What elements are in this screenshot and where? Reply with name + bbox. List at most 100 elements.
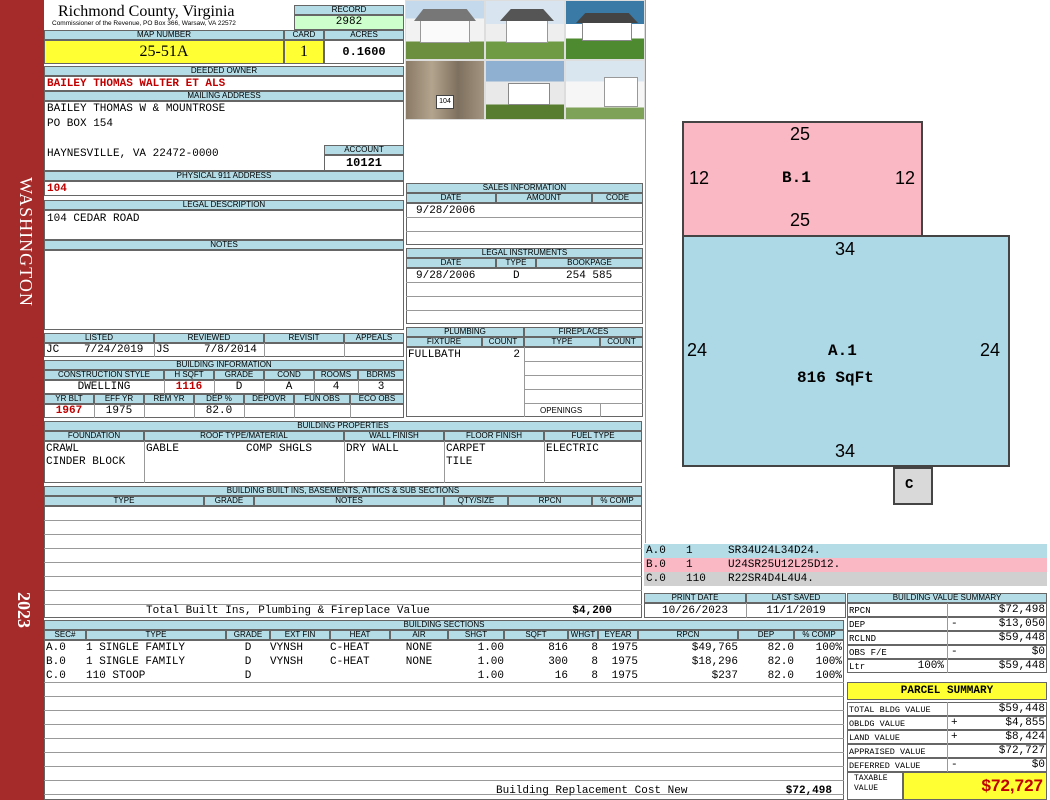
sketch-b-label: B.1 (782, 169, 811, 187)
section-cell-rpcn: $49,765 (691, 642, 738, 654)
account-label: ACCOUNT (324, 145, 404, 155)
foundation-label: FOUNDATION (44, 431, 144, 441)
instr-date: 9/28/2006 (416, 270, 476, 282)
builtin-notes-label: NOTES (254, 496, 444, 506)
rooms-label: ROOMS (314, 370, 358, 380)
floor-label: FLOOR FINISH (444, 431, 544, 441)
replacement-value: $72,498 (785, 785, 832, 797)
builtin-type-label: TYPE (44, 496, 204, 506)
sales-date-label: DATE (406, 193, 496, 203)
record-value: 2982 (294, 15, 404, 30)
value-summary-pct: 100% (917, 660, 944, 672)
section-col-header: EYEAR (598, 630, 638, 640)
builtins-label: BUILDING BUILT INS, BASEMENTS, ATTICS & … (44, 486, 642, 496)
effyr-value: 1975 (105, 405, 133, 417)
instr-type: D (513, 270, 520, 282)
construction-style-label: CONSTRUCTION STYLE (44, 370, 164, 380)
sketch-code-num: 110 (686, 573, 706, 585)
section-cell-dep: 82.0 (767, 656, 794, 668)
roof-label: ROOF TYPE/MATERIAL (144, 431, 344, 441)
card-number: 1 (284, 40, 324, 64)
value-summary-sign: - (951, 618, 958, 630)
legal-label: LEGAL DESCRIPTION (44, 200, 404, 210)
section-cell-heat: C-HEAT (330, 656, 370, 668)
value-summary-label-cell: Ltr (849, 662, 866, 672)
section-cell-extfin: VYNSH (270, 656, 304, 668)
section-col-header: WHGT (568, 630, 598, 640)
parcel-row-label: DEFERRED VALUE (849, 761, 921, 771)
card-label: CARD (284, 30, 324, 40)
sketch-code-text: U24SR25U12L25D12. (728, 559, 841, 571)
reviewed-label: REVIEWED (154, 333, 264, 343)
yrblt-label: YR BLT (44, 394, 94, 404)
foundation-2: CINDER BLOCK (46, 456, 126, 468)
builtin-pct-label: % COMP (592, 496, 642, 506)
parcel-row-value: $0 (1031, 759, 1045, 771)
sketch-b-left: 12 (689, 168, 710, 188)
sketch-a-top: 34 (835, 239, 856, 259)
builtin-rpcn-label: RPCN (508, 496, 592, 506)
sketch-a-left: 24 (687, 340, 708, 360)
section-cell-sqft: 16 (554, 670, 568, 682)
sketch-b-bottom: 25 (790, 210, 811, 230)
bdrms-label: BDRMS (358, 370, 404, 380)
section-cell-type: 110 STOOP (86, 670, 146, 682)
dep-value: 82.0 (205, 405, 233, 417)
value-summary-value: $13,050 (998, 618, 1045, 630)
cond-label: COND (264, 370, 314, 380)
record-label: RECORD (294, 5, 404, 15)
section-cell-sqft: 300 (548, 656, 568, 668)
sales-date: 9/28/2006 (416, 205, 476, 217)
section-cell-whgt: 8 (591, 642, 598, 654)
wall-finish: DRY WALL (346, 443, 399, 455)
legal-description: 104 CEDAR ROAD (47, 213, 140, 225)
floor-finish-1: CARPET (446, 443, 486, 455)
sketch-c-label: C (905, 477, 914, 493)
section-cell-extfin: VYNSH (270, 642, 304, 654)
section-cell-air: NONE (405, 656, 433, 668)
fixture-label: FIXTURE (406, 337, 482, 347)
section-cell-comp: 100% (815, 670, 842, 682)
instr-type-label: TYPE (496, 258, 536, 268)
section-col-header: GRADE (226, 630, 270, 640)
wall-label: WALL FINISH (344, 431, 444, 441)
appeals-label: APPEALS (344, 333, 404, 343)
parcel-row-label: LAND VALUE (849, 733, 901, 743)
section-cell-dep: 82.0 (767, 670, 794, 682)
mailing-line1: BAILEY THOMAS W & MOUNTROSE (47, 103, 226, 115)
section-cell-dep: 82.0 (767, 642, 794, 654)
photo-tree-address: 104 (405, 60, 485, 120)
parcel-row-value: $4,855 (1005, 717, 1045, 729)
map-label: MAP NUMBER (44, 30, 284, 40)
section-cell-whgt: 8 (591, 656, 598, 668)
plumbing-count-label: COUNT (482, 337, 524, 347)
physical-label: PHYSICAL 911 ADDRESS (44, 171, 404, 181)
openings-label: OPENINGS (540, 406, 583, 415)
sketch-a-bottom: 34 (835, 441, 856, 461)
section-col-header: HEAT (330, 630, 390, 640)
section-col-header: SQFT (504, 630, 568, 640)
section-col-header: DEP (738, 630, 794, 640)
section-cell-sec: A.0 (46, 642, 66, 654)
sales-amount-label: AMOUNT (496, 193, 592, 203)
cond-value: A (285, 381, 293, 393)
section-cell-shgt: 1.00 (477, 670, 504, 682)
account-value: 10121 (324, 155, 404, 171)
section-cell-shgt: 1.00 (477, 642, 504, 654)
sidebar-location: WASHINGTON (16, 177, 36, 307)
owner-name: BAILEY THOMAS WALTER ET ALS (47, 78, 226, 90)
hsqft-label: H SQFT (164, 370, 214, 380)
instr-book: 254 585 (566, 270, 613, 282)
fp-type-label: TYPE (524, 337, 600, 347)
parcel-row-value: $59,448 (998, 703, 1045, 715)
value-summary-value: $72,498 (998, 604, 1045, 616)
section-cell-rpcn: $18,296 (691, 656, 738, 668)
listed-by: JC (46, 344, 60, 356)
sketch-code-row: C.0 110 R22SR4D4L4U4. (644, 572, 1047, 586)
fuel-label: FUEL TYPE (544, 431, 642, 441)
parcel-row-sign: - (951, 759, 958, 771)
value-summary-value: $59,448 (998, 632, 1045, 644)
instruments-label: LEGAL INSTRUMENTS (406, 248, 643, 258)
floor-finish-2: TILE (446, 456, 473, 468)
section-cell-comp: 100% (815, 656, 842, 668)
